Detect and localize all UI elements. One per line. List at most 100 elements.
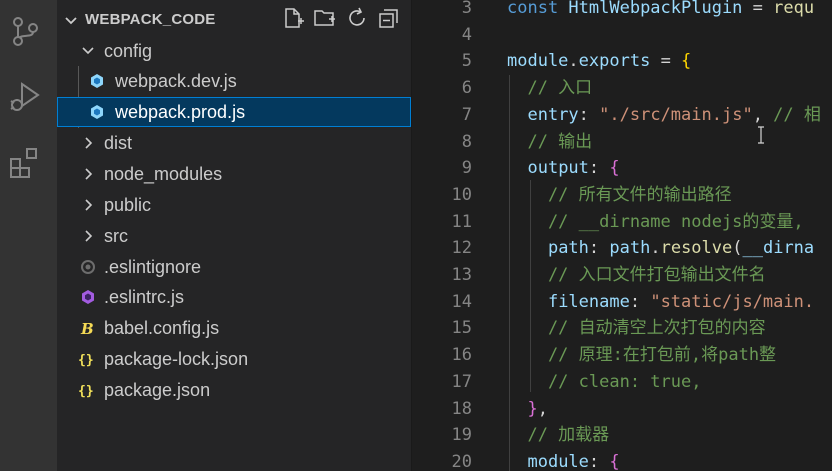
- new-file-icon[interactable]: [281, 6, 305, 30]
- code-line[interactable]: 11 // __dirname nodejs的变量,: [412, 209, 832, 236]
- code-line[interactable]: 18 },: [412, 396, 832, 423]
- tree-item-label: config: [104, 41, 153, 61]
- code-token: // 自动清空上次打包的内容: [507, 318, 766, 339]
- line-number: 5: [461, 51, 472, 72]
- tree-folder-src[interactable]: src: [57, 221, 411, 251]
- code-line[interactable]: 15 // 自动清空上次打包的内容: [412, 315, 832, 342]
- babel-file-icon: B: [80, 320, 94, 336]
- code-line[interactable]: 20 module: {: [412, 449, 832, 471]
- json-file-icon: {}: [78, 384, 94, 398]
- code-token: // 入口: [507, 78, 593, 99]
- text-cursor-icon: [758, 126, 764, 144]
- code-token: module: [507, 51, 569, 72]
- line-number: 10: [451, 184, 472, 205]
- code-token: entry: [527, 104, 579, 125]
- code-line[interactable]: 19 // 加载器: [412, 422, 832, 449]
- code-line[interactable]: 8 // 输出: [412, 129, 832, 156]
- explorer-header[interactable]: WEBPACK_CODE: [57, 6, 412, 34]
- code-token: exports: [578, 51, 651, 72]
- tree-file-webpack-dev[interactable]: webpack.dev.js: [57, 66, 411, 96]
- chevron-down-icon: [82, 47, 94, 55]
- code-text: entry: "./src/main.js", // 相: [507, 102, 820, 129]
- code-line[interactable]: 3 const HtmlWebpackPlugin = requ: [412, 0, 832, 22]
- line-number: 3: [461, 0, 472, 18]
- line-number: 6: [461, 78, 472, 99]
- code-token: // 加载器: [507, 425, 610, 446]
- code-token: output: [527, 158, 589, 179]
- code-line[interactable]: 16 // 原理:在打包前,将path整: [412, 342, 832, 369]
- code-token: path: [547, 238, 589, 259]
- code-line[interactable]: 12 path: path.resolve(__dirna: [412, 235, 832, 262]
- eslintignore-file-icon: [81, 260, 95, 274]
- code-token: {: [681, 51, 692, 72]
- explorer-sidebar: WEBPACK_CODE config webpack.dev.js webpa…: [57, 0, 412, 471]
- tree-folder-public[interactable]: public: [57, 190, 411, 220]
- tree-item-label: webpack.prod.js: [115, 102, 246, 122]
- line-number: 18: [451, 398, 472, 419]
- code-line[interactable]: 6 // 入口: [412, 75, 832, 102]
- tree-file-babel-config[interactable]: B babel.config.js: [57, 313, 411, 343]
- code-line[interactable]: 13 // 入口文件打包输出文件名: [412, 262, 832, 289]
- code-line[interactable]: 4: [412, 22, 832, 49]
- tree-item-label: src: [104, 226, 128, 246]
- code-token: module: [527, 451, 589, 471]
- tree-folder-dist[interactable]: dist: [57, 128, 411, 158]
- code-text: // 输出: [507, 129, 592, 156]
- tree-file-eslintrc[interactable]: .eslintrc.js: [57, 282, 411, 312]
- code-token: // 输出: [507, 131, 593, 152]
- code-line[interactable]: 5 module.exports = {: [412, 48, 832, 75]
- chevron-right-icon: [85, 137, 93, 149]
- code-token: // 原理:在打包前,将path整: [507, 345, 777, 366]
- tree-folder-node-modules[interactable]: node_modules: [57, 159, 411, 189]
- line-number: 8: [461, 131, 472, 152]
- tree-file-webpack-prod[interactable]: webpack.prod.js: [57, 97, 411, 127]
- tree-item-label: .eslintrc.js: [104, 287, 185, 307]
- code-token: (: [732, 238, 743, 259]
- tree-file-package-lock[interactable]: {} package-lock.json: [57, 344, 411, 374]
- code-token: :: [578, 104, 600, 125]
- code-line[interactable]: 9 output: {: [412, 155, 832, 182]
- code-token: {: [609, 158, 620, 179]
- chevron-right-icon: [85, 230, 93, 242]
- code-token: // 入口文件打包输出文件名: [507, 265, 766, 285]
- code-text: // 入口文件打包输出文件名: [507, 262, 766, 289]
- run-debug-icon[interactable]: [8, 80, 42, 114]
- tree-file-package-json[interactable]: {} package.json: [57, 375, 411, 405]
- refresh-icon[interactable]: [345, 6, 369, 30]
- line-number: 16: [451, 345, 472, 366]
- code-token: filename: [547, 291, 630, 312]
- code-line[interactable]: 17 // clean: true,: [412, 369, 832, 396]
- code-token: // clean: true,: [507, 371, 702, 392]
- code-token: resolve: [660, 238, 733, 259]
- svg-text:B: B: [80, 320, 94, 336]
- extensions-icon[interactable]: [8, 146, 42, 180]
- code-line[interactable]: 14 filename: "static/js/main.: [412, 289, 832, 316]
- code-token: }: [527, 398, 538, 419]
- code-editor[interactable]: 3 const HtmlWebpackPlugin = requ 4 5 module.…: [412, 0, 832, 471]
- webpack-file-icon: [91, 105, 103, 119]
- code-text: // __dirname nodejs的变量,: [507, 209, 804, 236]
- code-text: filename: "static/js/main.: [507, 289, 814, 316]
- code-token: "./src/main.js": [599, 104, 753, 125]
- new-folder-icon[interactable]: [313, 6, 337, 30]
- line-number: 7: [461, 104, 472, 125]
- code-line[interactable]: 10 // 所有文件的输出路径: [412, 182, 832, 209]
- code-token: const: [507, 0, 569, 18]
- source-control-icon[interactable]: [8, 14, 42, 48]
- tree-item-label: babel.config.js: [104, 318, 220, 338]
- eslint-file-icon: [82, 290, 94, 304]
- code-token: path: [609, 238, 651, 259]
- code-text: // clean: true,: [507, 369, 702, 396]
- tree-file-eslintignore[interactable]: .eslintignore: [57, 252, 411, 282]
- code-text: path: path.resolve(__dirna: [507, 235, 814, 262]
- line-number: 20: [451, 451, 472, 471]
- code-token: "static/js/main.: [650, 291, 815, 312]
- tree-folder-config[interactable]: config: [57, 36, 411, 66]
- tree-item-label: package-lock.json: [104, 349, 249, 369]
- code-token: HtmlWebpackPlugin: [568, 0, 743, 18]
- code-line[interactable]: 7 entry: "./src/main.js", // 相: [412, 102, 832, 129]
- collapse-all-icon[interactable]: [377, 6, 401, 30]
- code-text: // 入口: [507, 75, 592, 102]
- code-token: requ: [773, 0, 815, 18]
